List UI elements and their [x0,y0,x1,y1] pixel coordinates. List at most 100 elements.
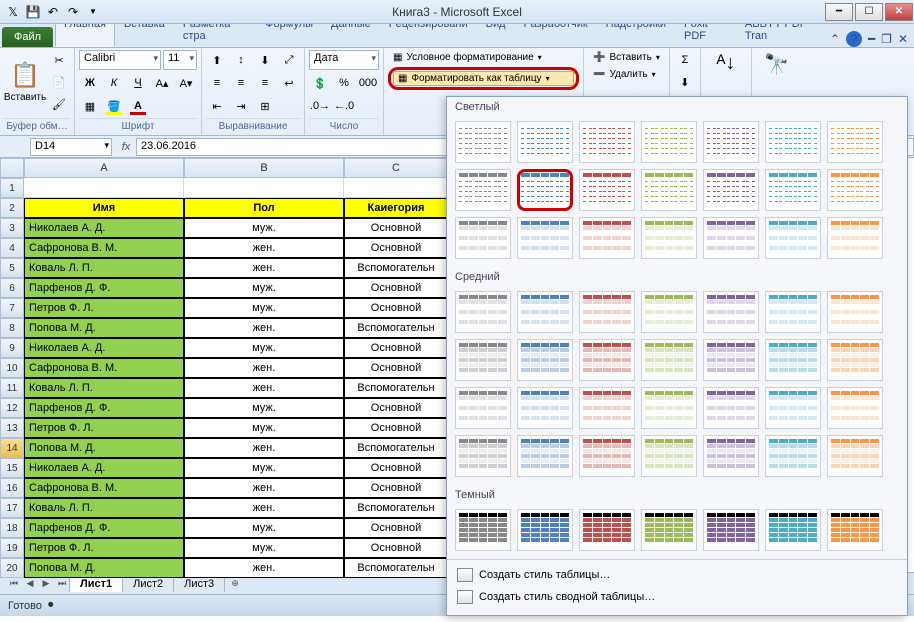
cell[interactable]: Основной [344,358,448,378]
cell[interactable]: жен. [184,358,344,378]
column-header[interactable]: A [24,158,184,178]
increase-decimal-button[interactable]: .0→ [309,96,331,116]
row-header[interactable]: 19 [0,538,24,558]
cell[interactable]: Сафронова В. М. [24,358,184,378]
row-header[interactable]: 17 [0,498,24,518]
table-style-thumb[interactable] [455,339,511,381]
table-style-thumb[interactable] [765,169,821,211]
doc-minimize-icon[interactable]: ━ [868,32,875,46]
table-style-thumb[interactable] [455,387,511,429]
number-format-combo[interactable]: Дата [309,50,379,70]
table-style-thumb[interactable] [765,217,821,259]
cell[interactable]: Коваль Л. П. [24,378,184,398]
cell[interactable]: Коваль Л. П. [24,498,184,518]
row-header[interactable]: 8 [0,318,24,338]
qat-dropdown-icon[interactable]: ▼ [84,3,102,21]
row-header[interactable]: 18 [0,518,24,538]
cell[interactable]: Попова М. Д. [24,438,184,458]
grow-font-button[interactable]: A▴ [151,73,173,93]
italic-button[interactable]: К [103,73,125,93]
autosum-button[interactable]: Σ [674,50,696,70]
delete-cells-button[interactable]: ➖Удалить▾ [588,67,665,82]
decrease-indent-button[interactable]: ⇤ [206,96,228,116]
format-as-table-button[interactable]: ▦ Форматировать как таблицу▾ [393,71,574,86]
table-style-thumb[interactable] [765,339,821,381]
cell[interactable] [184,178,344,198]
sort-filter-button[interactable]: ᴬ↓ [705,50,747,77]
cell[interactable]: Основной [344,478,448,498]
cell[interactable]: Основной [344,538,448,558]
percent-button[interactable]: % [333,73,355,93]
cell[interactable]: Основной [344,418,448,438]
table-style-thumb[interactable] [827,339,883,381]
table-style-thumb[interactable] [455,435,511,477]
cell[interactable]: муж. [184,298,344,318]
cell[interactable]: Основной [344,518,448,538]
table-style-thumb[interactable] [579,217,635,259]
maximize-button[interactable]: ☐ [855,3,883,21]
cell[interactable]: Основной [344,298,448,318]
cell[interactable]: Сафронова В. М. [24,478,184,498]
orientation-button[interactable]: ⤢ [278,50,300,70]
table-style-thumb[interactable] [765,387,821,429]
table-style-thumb[interactable] [641,387,697,429]
align-bottom-button[interactable]: ⬇ [254,50,276,70]
table-style-thumb[interactable] [517,169,573,211]
cell[interactable]: Петров Ф. Л. [24,538,184,558]
column-header[interactable]: B [184,158,344,178]
save-icon[interactable]: 💾 [24,3,42,21]
table-style-thumb[interactable] [579,435,635,477]
macro-record-icon[interactable]: ⏺ [48,599,54,612]
cell[interactable]: Пол [184,198,344,218]
row-header[interactable]: 4 [0,238,24,258]
cell[interactable]: Вспомогательн [344,318,448,338]
currency-button[interactable]: 💲 [309,73,331,93]
cell[interactable]: Имя [24,198,184,218]
table-style-thumb[interactable] [703,435,759,477]
help-icon[interactable]: ? [846,31,862,47]
bold-button[interactable]: Ж [79,73,101,93]
insert-cells-button[interactable]: ➕Вставить▾ [588,50,665,65]
doc-restore-icon[interactable]: ❐ [881,32,892,46]
cell[interactable]: муж. [184,538,344,558]
row-header[interactable]: 5 [0,258,24,278]
row-header[interactable]: 3 [0,218,24,238]
table-style-thumb[interactable] [641,121,697,163]
new-pivot-style-button[interactable]: Создать стиль сводной таблицы… [447,586,907,608]
doc-close-icon[interactable]: ✕ [898,32,908,46]
cell[interactable]: Попова М. Д. [24,318,184,338]
table-style-thumb[interactable] [703,509,759,551]
row-header[interactable]: 1 [0,178,24,198]
cell[interactable]: Коваль Л. П. [24,258,184,278]
cell[interactable]: муж. [184,398,344,418]
cell[interactable]: Основной [344,458,448,478]
merge-button[interactable]: ⊞ [254,96,276,116]
table-style-thumb[interactable] [827,387,883,429]
table-style-thumb[interactable] [827,291,883,333]
cell[interactable]: Основной [344,398,448,418]
table-style-thumb[interactable] [455,217,511,259]
table-style-thumb[interactable] [455,291,511,333]
table-style-thumb[interactable] [579,509,635,551]
table-style-thumb[interactable] [703,121,759,163]
next-sheet-button[interactable]: ▶ [38,578,54,589]
align-left-button[interactable]: ≡ [206,73,228,93]
table-style-thumb[interactable] [827,169,883,211]
table-style-thumb[interactable] [827,121,883,163]
cell[interactable]: жен. [184,438,344,458]
cell[interactable]: муж. [184,458,344,478]
prev-sheet-button[interactable]: ◀ [22,578,38,589]
cell[interactable]: Вспомогательн [344,258,448,278]
table-style-thumb[interactable] [579,339,635,381]
cell[interactable]: жен. [184,558,344,578]
table-style-thumb[interactable] [455,509,511,551]
table-style-thumb[interactable] [827,435,883,477]
cell[interactable]: Попова М. Д. [24,558,184,578]
cell[interactable]: Основной [344,238,448,258]
minimize-ribbon-icon[interactable]: ⌃ [830,32,840,46]
fx-button[interactable]: fx [116,141,136,153]
cell[interactable]: Парфенов Д. Ф. [24,398,184,418]
cell[interactable]: Основной [344,278,448,298]
excel-icon[interactable]: 𝕏 [4,3,22,21]
cell[interactable]: Основной [344,218,448,238]
